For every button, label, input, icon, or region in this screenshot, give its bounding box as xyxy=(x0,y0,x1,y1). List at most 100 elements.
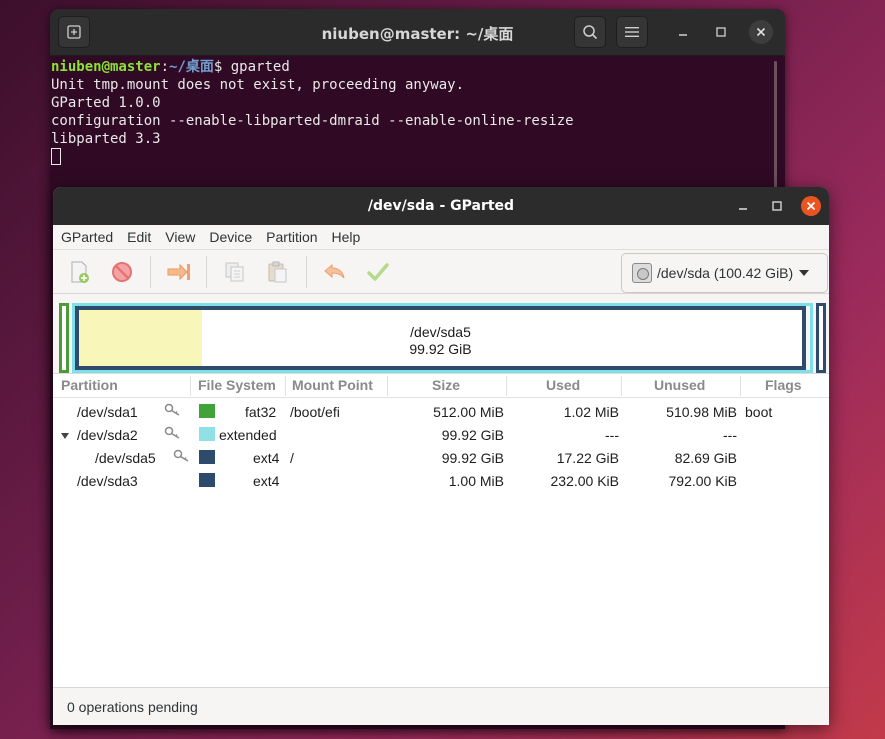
column-divider xyxy=(285,376,286,396)
terminal-maximize-button[interactable] xyxy=(709,20,733,44)
resize-move-icon xyxy=(167,263,190,281)
delete-icon xyxy=(112,262,132,282)
close-icon xyxy=(756,27,766,37)
paste-button[interactable] xyxy=(264,258,292,286)
toolbar: /dev/sda (100.42 GiB) xyxy=(53,250,829,294)
visual-partition-label: /dev/sda5 99.92 GiB xyxy=(79,324,802,358)
key-icon xyxy=(173,449,189,462)
column-header-partition[interactable]: Partition xyxy=(61,377,118,393)
filesystem-color-swatch xyxy=(199,450,215,464)
text-cursor xyxy=(51,148,61,165)
gparted-minimize-button[interactable] xyxy=(733,196,753,216)
terminal-close-button[interactable] xyxy=(749,20,773,44)
toolbar-separator xyxy=(306,256,307,288)
operations-pending-status: 0 operations pending xyxy=(67,699,198,715)
prompt-path: ~/桌面 xyxy=(169,59,214,75)
hamburger-menu-button[interactable] xyxy=(616,16,648,48)
output-line: libparted 3.3 xyxy=(51,131,161,147)
column-header-used[interactable]: Used xyxy=(546,377,580,393)
row-filesystem: extended xyxy=(219,427,277,443)
cursor-line xyxy=(51,148,785,166)
filesystem-color-swatch xyxy=(199,473,215,487)
column-header-flags[interactable]: Flags xyxy=(765,377,802,393)
menu-device[interactable]: Device xyxy=(202,229,259,245)
prompt-separator: : xyxy=(160,59,170,75)
hamburger-icon xyxy=(625,27,639,37)
row-size: 512.00 MiB xyxy=(433,404,504,420)
toolbar-separator xyxy=(206,256,207,288)
table-header: Partition File System Mount Point Size U… xyxy=(53,374,829,398)
gparted-window: /dev/sda - GParted GParted Edit View Dev… xyxy=(53,187,829,725)
column-header-mountpoint[interactable]: Mount Point xyxy=(292,377,373,393)
row-unused: 82.69 GiB xyxy=(674,450,737,466)
visual-partition-sda1[interactable] xyxy=(59,303,69,373)
minimize-icon xyxy=(679,34,687,36)
row-unused: --- xyxy=(723,427,737,443)
device-selector-label: /dev/sda (100.42 GiB) xyxy=(657,265,794,281)
column-divider xyxy=(740,376,741,396)
terminal-scrollbar[interactable] xyxy=(774,61,777,191)
chevron-down-icon xyxy=(799,270,810,276)
row-partition: /dev/sda1 xyxy=(77,404,138,420)
terminal-minimize-button[interactable] xyxy=(671,20,695,44)
row-filesystem: fat32 xyxy=(245,404,277,420)
gparted-maximize-button[interactable] xyxy=(767,196,787,216)
harddisk-icon xyxy=(632,263,652,283)
row-used: --- xyxy=(605,427,619,443)
key-icon xyxy=(164,426,180,439)
menu-edit[interactable]: Edit xyxy=(120,229,158,245)
column-header-size[interactable]: Size xyxy=(432,377,460,393)
visual-partition-size: 99.92 GiB xyxy=(409,341,472,357)
row-used: 232.00 KiB xyxy=(550,473,620,489)
table-row[interactable]: /dev/sda1 fat32 /boot/efi 512.00 MiB 1.0… xyxy=(53,400,829,423)
partition-table: Partition File System Mount Point Size U… xyxy=(53,373,829,687)
gparted-close-button[interactable] xyxy=(801,196,821,216)
terminal-output[interactable]: niuben@master:~/桌面$ gparted Unit tmp.mou… xyxy=(50,58,785,166)
menu-view[interactable]: View xyxy=(158,229,202,245)
menu-bar: GParted Edit View Device Partition Help xyxy=(53,225,829,250)
menu-gparted[interactable]: GParted xyxy=(54,229,120,245)
row-used: 1.02 MiB xyxy=(563,404,619,420)
search-button[interactable] xyxy=(574,16,606,48)
gparted-titlebar: /dev/sda - GParted xyxy=(53,187,829,225)
column-header-unused[interactable]: Unused xyxy=(654,377,705,393)
new-document-icon xyxy=(71,261,89,283)
table-row[interactable]: /dev/sda3 ext4 1.00 MiB 232.00 KiB 792.0… xyxy=(53,469,829,492)
visual-partition-sda3[interactable] xyxy=(816,303,826,373)
column-divider xyxy=(506,376,507,396)
device-selector[interactable]: /dev/sda (100.42 GiB) xyxy=(621,253,828,293)
toolbar-separator xyxy=(150,256,151,288)
row-size: 99.92 GiB xyxy=(441,450,504,466)
prompt-line: niuben@master:~/桌面$ gparted xyxy=(51,58,785,76)
row-partition: /dev/sda2 xyxy=(77,427,138,443)
filesystem-color-swatch xyxy=(199,404,215,418)
maximize-icon xyxy=(716,27,726,37)
table-row[interactable]: /dev/sda2 extended 99.92 GiB --- --- xyxy=(53,423,829,446)
row-used: 17.22 GiB xyxy=(556,450,619,466)
key-icon xyxy=(164,403,180,416)
undo-button[interactable] xyxy=(321,258,349,286)
expander-arrow-icon[interactable] xyxy=(61,433,69,439)
row-mountpoint: /boot/efi xyxy=(290,404,340,420)
table-row[interactable]: /dev/sda5 ext4 / 99.92 GiB 17.22 GiB 82.… xyxy=(53,446,829,469)
menu-help[interactable]: Help xyxy=(325,229,368,245)
row-size: 99.92 GiB xyxy=(441,427,504,443)
row-flags: boot xyxy=(745,404,773,420)
apply-button[interactable] xyxy=(364,258,392,286)
output-line: configuration --enable-libparted-dmraid … xyxy=(51,113,574,129)
checkmark-icon xyxy=(367,263,389,281)
maximize-icon xyxy=(772,201,782,211)
column-divider xyxy=(387,376,388,396)
visual-partition-sda5[interactable]: /dev/sda5 99.92 GiB xyxy=(75,306,806,370)
delete-partition-button[interactable] xyxy=(108,258,136,286)
new-partition-button[interactable] xyxy=(65,258,93,286)
undo-icon xyxy=(324,263,345,279)
resize-move-button[interactable] xyxy=(165,258,193,286)
menu-partition[interactable]: Partition xyxy=(259,229,324,245)
copy-button[interactable] xyxy=(221,258,249,286)
row-unused: 510.98 MiB xyxy=(666,404,737,420)
row-size: 1.00 MiB xyxy=(448,473,504,489)
close-icon xyxy=(806,201,816,211)
column-header-filesystem[interactable]: File System xyxy=(198,377,276,393)
search-icon xyxy=(583,25,598,40)
